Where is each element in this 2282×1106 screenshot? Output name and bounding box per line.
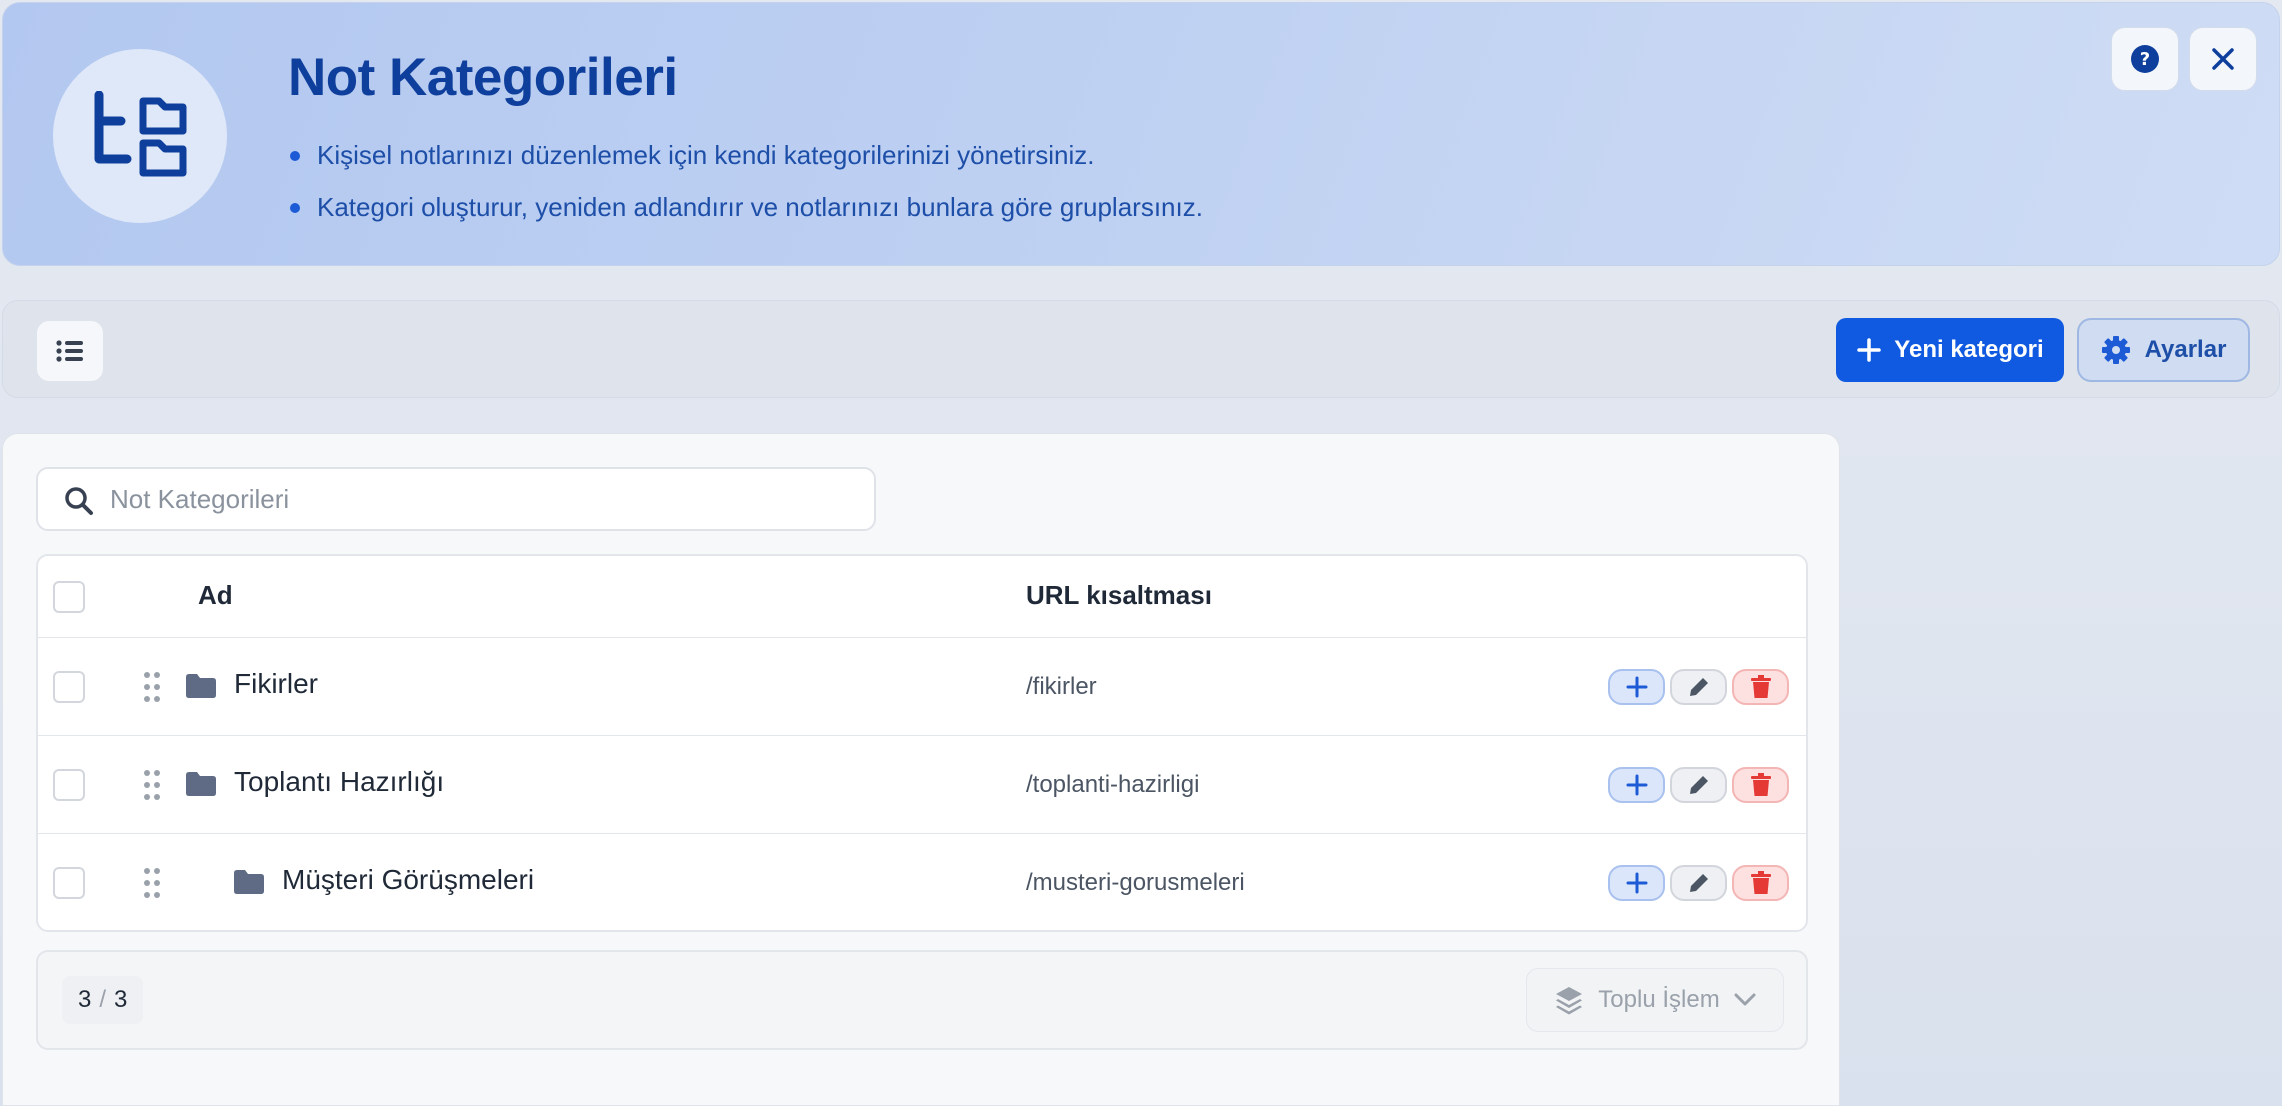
pencil-icon — [1689, 678, 1708, 696]
add-subcategory-button[interactable] — [1608, 865, 1665, 901]
edit-button[interactable] — [1670, 669, 1727, 705]
column-header-slug: URL kısaltması — [1026, 580, 1212, 610]
category-slug: /fikirler — [1026, 673, 1097, 700]
search-icon — [65, 487, 93, 515]
plus-icon — [1626, 676, 1647, 698]
table-row[interactable]: Toplantı Hazırlığı /toplanti-hazirligi — [38, 736, 1806, 834]
table-row[interactable]: Müşteri Görüşmeleri /musteri-gorusmeleri — [38, 834, 1806, 930]
description-item: Kategori oluşturur, yeniden adlandırır v… — [288, 181, 1203, 233]
table-footer: 3 / 3 Toplu İşlem — [36, 950, 1808, 1050]
help-button[interactable]: ? — [2111, 27, 2179, 91]
list-icon — [56, 340, 83, 362]
category-slug: /musteri-gorusmeleri — [1026, 869, 1245, 896]
folder-icon — [234, 870, 264, 894]
search-box — [36, 467, 876, 531]
plus-icon — [1626, 872, 1647, 894]
table-header: Ad URL kısaltması — [38, 556, 1806, 638]
chevron-down-icon — [1734, 993, 1756, 1006]
trash-icon — [1750, 773, 1771, 796]
description-list: Kişisel notlarınızı düzenlemek için kend… — [288, 129, 1203, 233]
page-title: Not Kategorileri — [288, 48, 678, 107]
bulk-action-label: Toplu İşlem — [1598, 986, 1720, 1013]
add-subcategory-button[interactable] — [1608, 767, 1665, 803]
gear-icon — [2101, 336, 2130, 364]
row-checkbox[interactable] — [53, 867, 85, 899]
pencil-icon — [1689, 776, 1708, 794]
category-name: Fikirler — [234, 668, 318, 699]
shown-count: 3 — [78, 986, 92, 1013]
close-button[interactable] — [2189, 27, 2257, 91]
total-count: 3 — [114, 986, 128, 1013]
delete-button[interactable] — [1732, 669, 1789, 705]
new-category-button[interactable]: Yeni kategori — [1836, 318, 2064, 382]
table-row[interactable]: Fikirler /fikirler — [38, 638, 1806, 736]
drag-handle-icon[interactable] — [142, 769, 162, 801]
svg-text:?: ? — [2140, 49, 2150, 70]
column-header-name: Ad — [198, 580, 233, 610]
layers-icon — [1556, 987, 1583, 1015]
toolbar: Yeni kategori Ayarlar — [2, 300, 2280, 398]
folder-icon — [186, 772, 216, 796]
close-icon — [2212, 48, 2234, 70]
list-view-button[interactable] — [37, 321, 103, 381]
edit-button[interactable] — [1670, 865, 1727, 901]
add-subcategory-button[interactable] — [1608, 669, 1665, 705]
delete-button[interactable] — [1732, 767, 1789, 803]
header-banner: Not Kategorileri Kişisel notlarınızı düz… — [2, 2, 2280, 266]
question-circle-icon: ? — [2131, 45, 2159, 73]
categories-table: Ad URL kısaltması Fikirler /fikirler Top… — [36, 554, 1808, 932]
plus-icon — [1626, 774, 1647, 796]
search-input[interactable] — [110, 477, 850, 521]
drag-handle-icon[interactable] — [142, 867, 162, 899]
categories-card: Ad URL kısaltması Fikirler /fikirler — [2, 433, 1840, 1106]
folder-icon — [186, 674, 216, 698]
select-all-checkbox[interactable] — [53, 581, 85, 613]
tree-folders-icon — [94, 91, 187, 177]
row-checkbox[interactable] — [53, 671, 85, 703]
count-separator: / — [99, 986, 107, 1013]
category-name: Müşteri Görüşmeleri — [282, 864, 535, 895]
bulk-action-dropdown[interactable]: Toplu İşlem — [1526, 968, 1784, 1032]
header-avatar — [53, 49, 227, 223]
edit-button[interactable] — [1670, 767, 1727, 803]
plus-icon — [1857, 338, 1882, 362]
new-category-label: Yeni kategori — [1894, 336, 2044, 363]
category-name: Toplantı Hazırlığı — [234, 766, 445, 797]
record-counter: 3 / 3 — [62, 976, 144, 1024]
category-slug: /toplanti-hazirligi — [1026, 771, 1200, 798]
row-checkbox[interactable] — [53, 769, 85, 801]
trash-icon — [1750, 871, 1771, 894]
trash-icon — [1750, 675, 1771, 698]
settings-label: Ayarlar — [2144, 336, 2227, 363]
delete-button[interactable] — [1732, 865, 1789, 901]
pencil-icon — [1689, 874, 1708, 892]
settings-button[interactable]: Ayarlar — [2077, 318, 2250, 382]
drag-handle-icon[interactable] — [142, 671, 162, 703]
description-item: Kişisel notlarınızı düzenlemek için kend… — [288, 129, 1203, 181]
